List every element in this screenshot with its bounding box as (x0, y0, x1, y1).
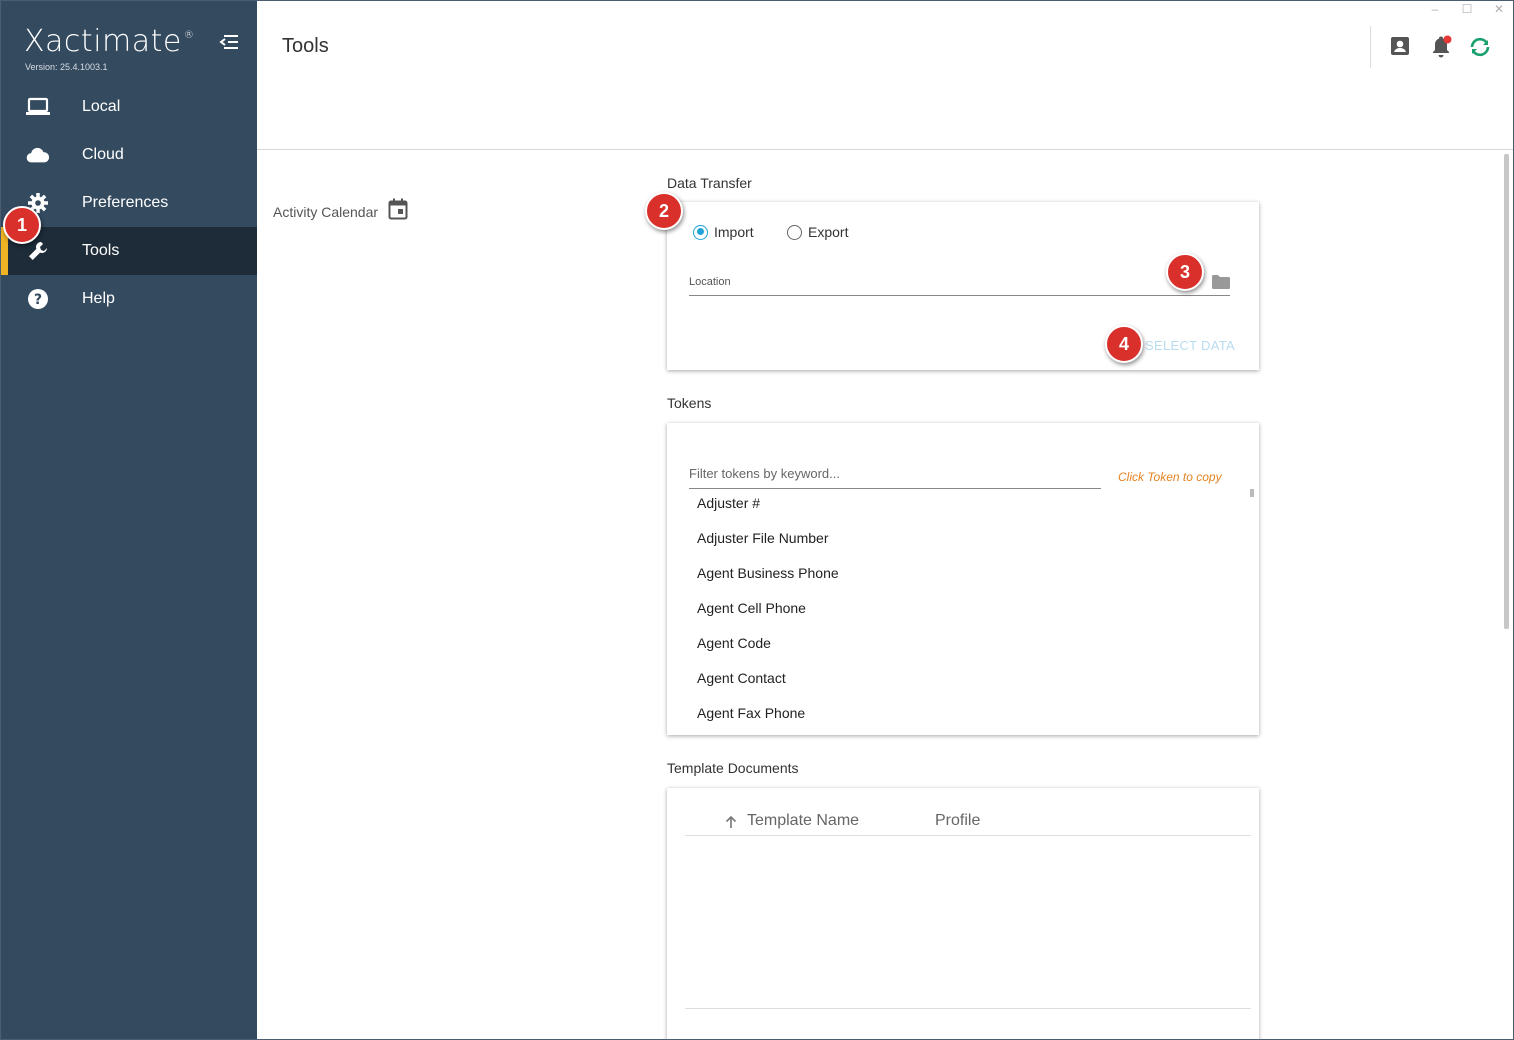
token-filter-input[interactable] (689, 463, 1101, 481)
sort-ascending-icon[interactable] (724, 815, 738, 829)
window-controls: – ☐ ✕ (1428, 2, 1506, 16)
tokens-card: Click Token to copy Adjuster # Adjuster … (667, 423, 1259, 735)
location-field[interactable]: Location (689, 266, 1230, 296)
collapse-menu-icon[interactable] (218, 32, 240, 52)
column-header-profile[interactable]: Profile (935, 812, 980, 830)
token-item[interactable]: Agent Business Phone (697, 563, 1217, 598)
data-transfer-title: Data Transfer (667, 175, 752, 191)
export-radio-label: Export (808, 224, 849, 240)
page-header: Tools (257, 0, 1514, 150)
sidebar-item-label: Help (82, 290, 115, 307)
wrench-icon (26, 239, 50, 263)
select-data-button[interactable]: SELECT DATA (1145, 338, 1235, 353)
data-transfer-card: Import Export Location SELECT DATA (667, 202, 1259, 370)
cloud-icon (26, 143, 50, 167)
activity-calendar[interactable]: Activity Calendar (273, 198, 408, 225)
app-logo: Xactimate ® (24, 24, 195, 59)
annotation-badge-3: 3 (1166, 253, 1204, 291)
sidebar-item-label: Cloud (82, 146, 124, 163)
token-list-scrollbar[interactable] (1250, 489, 1254, 497)
brand: Xactimate ® Version: 25.4.1003.1 (24, 24, 194, 72)
sidebar: Xactimate ® Version: 25.4.1003.1 Local Cl… (0, 0, 257, 1040)
minimize-icon[interactable]: – (1428, 2, 1442, 16)
calendar-icon[interactable] (388, 198, 408, 225)
token-item[interactable]: Agent Cell Phone (697, 598, 1217, 633)
token-item[interactable]: Agent Fax Phone (697, 703, 1217, 738)
token-item[interactable]: Agent Contact (697, 668, 1217, 703)
sidebar-item-label: Local (82, 98, 121, 115)
import-radio-label: Import (714, 224, 754, 240)
activity-calendar-label: Activity Calendar (273, 203, 379, 220)
sidebar-item-local[interactable]: Local (0, 83, 257, 131)
header-divider (1370, 26, 1371, 68)
token-list: Adjuster # Adjuster File Number Agent Bu… (697, 493, 1217, 738)
template-table-footer-divider (685, 1008, 1251, 1009)
sidebar-item-label: Tools (82, 242, 120, 259)
click-token-hint: Click Token to copy (1118, 470, 1222, 484)
tokens-title: Tokens (667, 395, 712, 411)
column-header-template-name[interactable]: Template Name (747, 812, 859, 830)
folder-icon[interactable] (1212, 275, 1230, 289)
sync-icon[interactable] (1468, 35, 1492, 59)
notification-bell-icon[interactable] (1429, 35, 1453, 59)
page-title: Tools (282, 35, 329, 57)
template-table-header: Template Name Profile (685, 808, 1251, 836)
laptop-icon (26, 95, 50, 119)
sidebar-item-cloud[interactable]: Cloud (0, 131, 257, 179)
maximize-icon[interactable]: ☐ (1460, 2, 1474, 16)
export-radio-circle[interactable] (787, 224, 802, 240)
token-item[interactable]: Adjuster # (697, 493, 1217, 528)
sidebar-nav: Local Cloud Preferences Tools ? Help (0, 83, 257, 323)
template-documents-card: Template Name Profile (667, 788, 1259, 1040)
sidebar-item-help[interactable]: ? Help (0, 275, 257, 323)
page-scrollbar[interactable] (1504, 154, 1509, 629)
location-label: Location (689, 276, 731, 288)
token-item[interactable]: Adjuster File Number (697, 528, 1217, 563)
import-radio[interactable]: Import (693, 224, 754, 240)
close-icon[interactable]: ✕ (1492, 2, 1506, 16)
export-radio[interactable]: Export (787, 224, 848, 240)
template-documents-title: Template Documents (667, 760, 799, 776)
annotation-badge-2: 2 (645, 192, 683, 230)
annotation-badge-4: 4 (1105, 325, 1143, 363)
token-filter-field[interactable] (689, 463, 1101, 489)
token-item[interactable]: Agent Code (697, 633, 1217, 668)
contact-icon[interactable] (1389, 35, 1413, 59)
app-version: Version: 25.4.1003.1 (25, 62, 108, 72)
svg-text:?: ? (34, 292, 42, 308)
annotation-badge-1: 1 (3, 206, 41, 244)
sidebar-item-label: Preferences (82, 194, 169, 211)
help-icon: ? (26, 287, 50, 311)
import-radio-circle[interactable] (693, 224, 708, 240)
